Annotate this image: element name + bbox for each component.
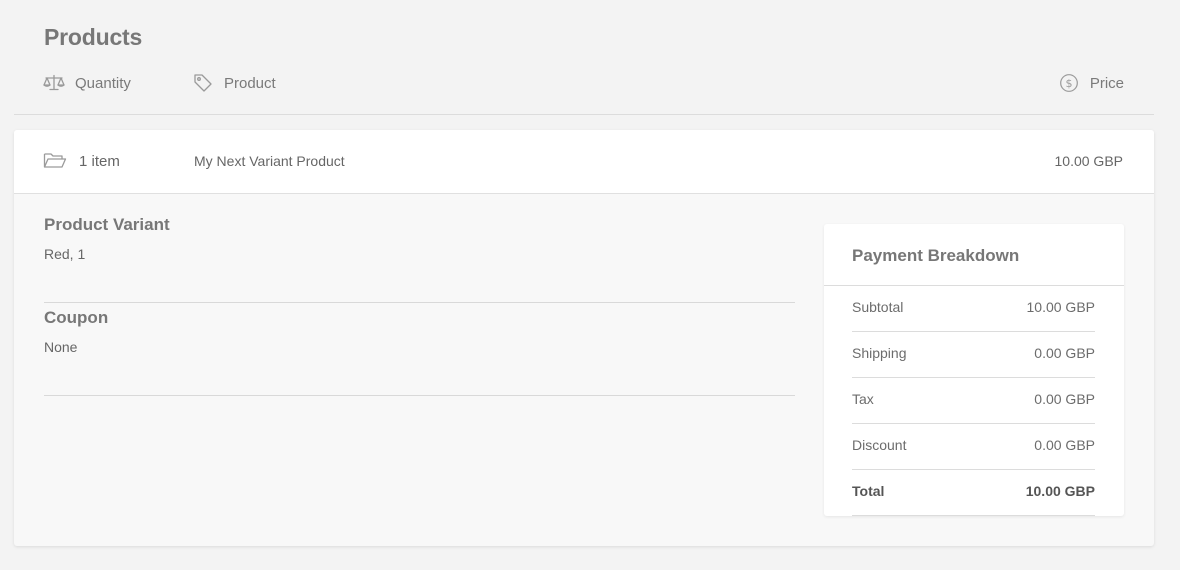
coupon-section: Coupon None [44, 303, 795, 396]
breakdown-value: 0.00 GBP [1034, 345, 1095, 361]
product-variant-section: Product Variant Red, 1 [44, 210, 795, 303]
folder-open-icon[interactable] [43, 151, 67, 171]
breakdown-value: 0.00 GBP [1034, 391, 1095, 407]
list-item[interactable]: 1 item My Next Variant Product 10.00 GBP [14, 130, 1154, 194]
payment-breakdown-panel: Payment Breakdown Subtotal 10.00 GBP Shi… [824, 224, 1124, 516]
column-label-price: Price [1089, 74, 1124, 92]
column-label-quantity: Quantity [75, 74, 131, 92]
breakdown-label: Shipping [852, 345, 907, 361]
breakdown-row-discount: Discount 0.00 GBP [852, 424, 1095, 470]
coupon-value: None [44, 339, 78, 355]
tag-icon [192, 73, 214, 93]
column-header-quantity: Quantity [43, 73, 131, 93]
dollar-circle-icon: $ [1058, 73, 1080, 93]
item-product-name: My Next Variant Product [194, 153, 345, 169]
breakdown-label: Subtotal [852, 299, 904, 315]
table-header: Quantity Product $ Price [14, 66, 1154, 115]
breakdown-value: 10.00 GBP [1025, 483, 1095, 499]
coupon-label: Coupon [44, 308, 109, 327]
scale-icon [43, 73, 65, 93]
product-variant-label: Product Variant [44, 215, 170, 234]
breakdown-label: Tax [852, 391, 874, 407]
breakdown-label: Discount [852, 437, 907, 453]
breakdown-value: 10.00 GBP [1026, 299, 1096, 315]
order-item-card: 1 item My Next Variant Product 10.00 GBP… [14, 130, 1154, 546]
item-price: 10.00 GBP [1054, 153, 1124, 169]
svg-text:$: $ [1065, 77, 1072, 90]
breakdown-row-shipping: Shipping 0.00 GBP [852, 332, 1095, 378]
product-variant-value: Red, 1 [44, 246, 86, 262]
column-header-price: $ Price [1058, 73, 1124, 93]
column-label-product: Product [224, 74, 276, 92]
breakdown-row-subtotal: Subtotal 10.00 GBP [852, 286, 1095, 332]
item-quantity: 1 item [79, 153, 120, 170]
breakdown-label: Total [852, 483, 885, 499]
payment-breakdown-title: Payment Breakdown [824, 224, 1124, 286]
breakdown-value: 0.00 GBP [1034, 437, 1095, 453]
page-title: Products [44, 24, 143, 50]
breakdown-row-tax: Tax 0.00 GBP [852, 378, 1095, 424]
breakdown-row-total: Total 10.00 GBP [852, 470, 1095, 516]
column-header-product: Product [192, 73, 276, 93]
